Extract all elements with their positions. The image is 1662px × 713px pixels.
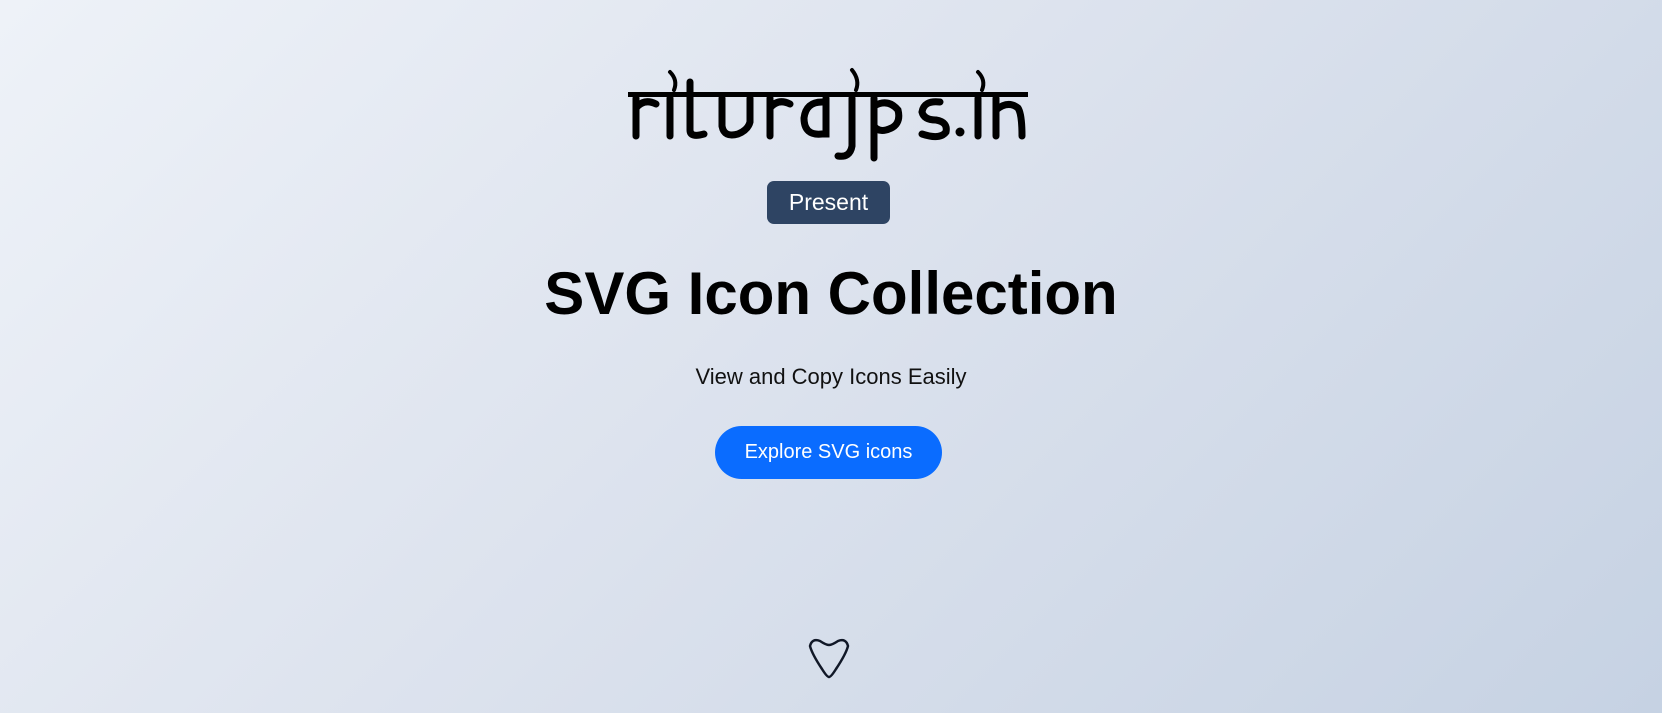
chevron-down-icon[interactable] xyxy=(806,636,852,680)
page-title: SVG Icon Collection xyxy=(544,260,1118,327)
present-badge: Present xyxy=(767,181,890,224)
hero-section: Present SVG Icon Collection View and Cop… xyxy=(0,0,1662,713)
page-subtitle: View and Copy Icons Easily xyxy=(695,364,967,389)
site-logo[interactable] xyxy=(626,62,1030,166)
explore-svg-icons-button[interactable]: Explore SVG icons xyxy=(715,426,942,479)
